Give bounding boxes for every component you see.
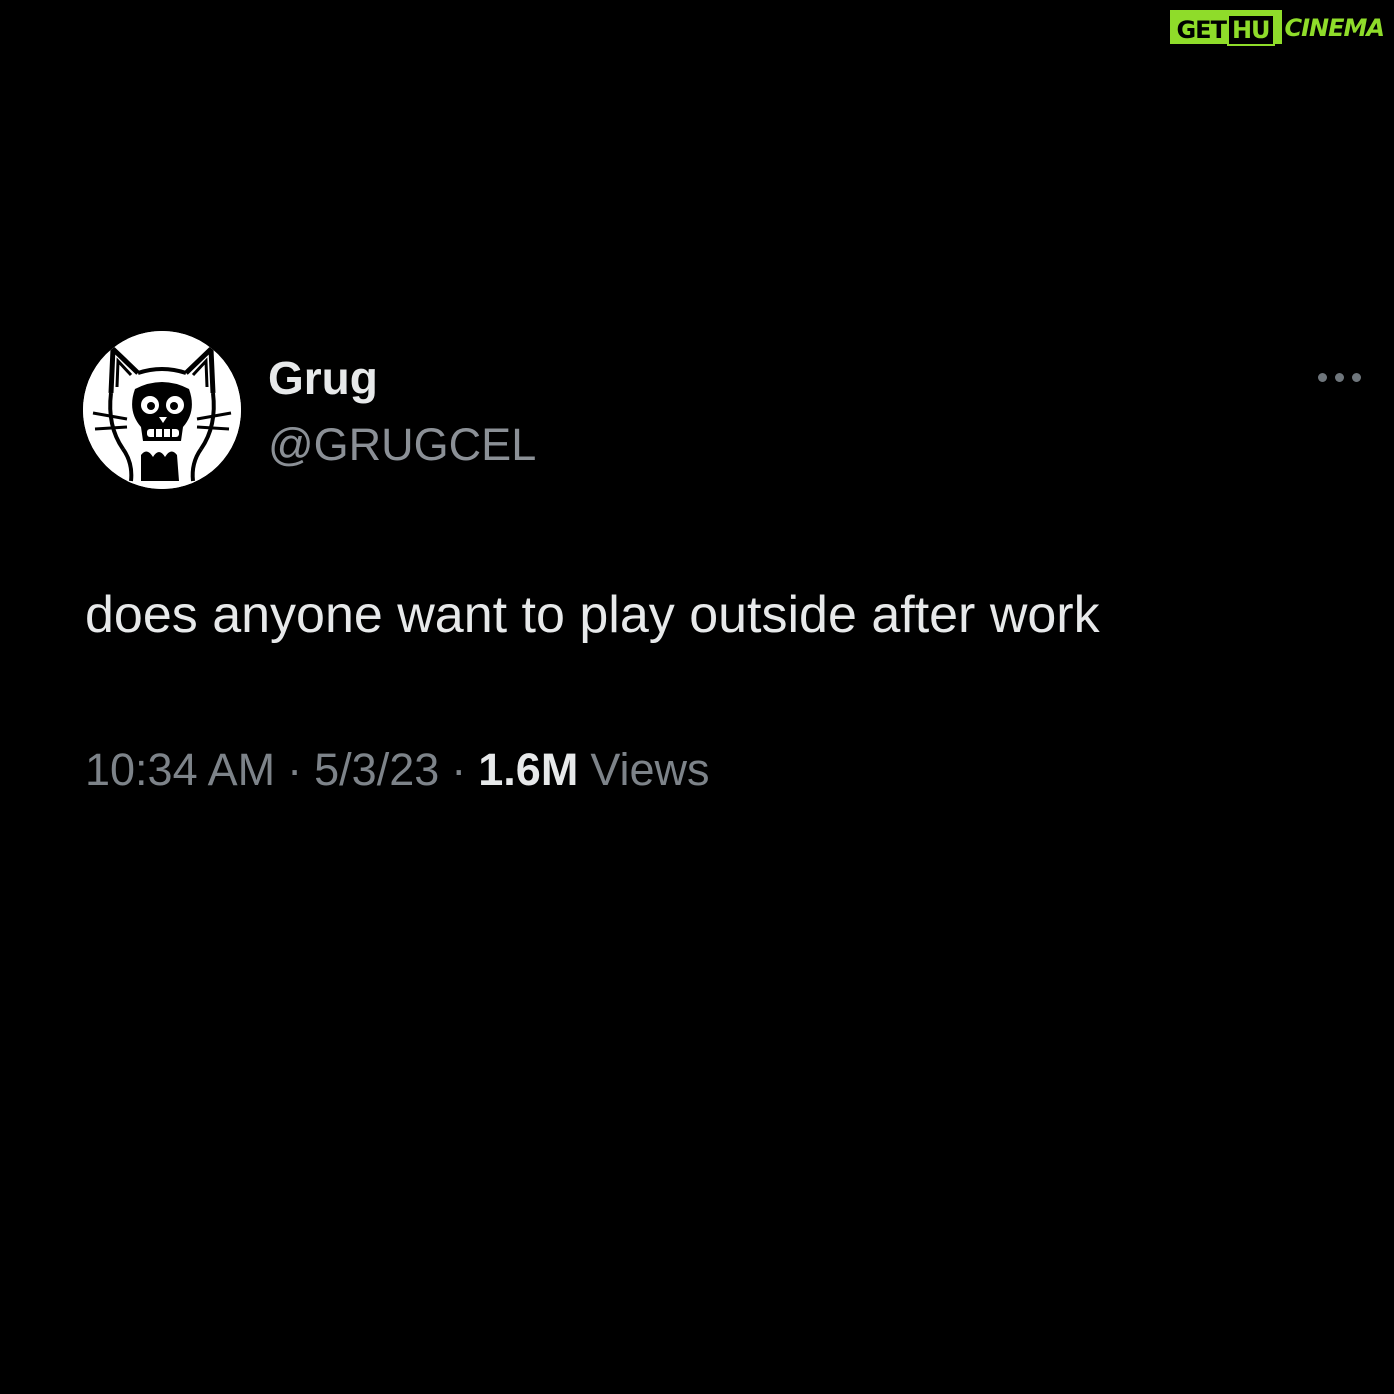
views-label: Views	[590, 744, 710, 795]
tweet-meta: 10:34 AM · 5/3/23 · 1.6M Views	[85, 740, 710, 800]
tweet-text: does anyone want to play outside after w…	[85, 586, 1100, 644]
more-horizontal-icon[interactable]	[1318, 368, 1368, 386]
cat-skull-avatar-icon	[83, 331, 241, 489]
watermark-part-2: CINEMA	[1284, 14, 1385, 42]
views-count[interactable]: 1.6M	[478, 740, 578, 800]
meta-separator: ·	[287, 744, 303, 795]
meta-separator: ·	[451, 744, 467, 795]
author-display-name[interactable]: Grug	[268, 350, 378, 406]
watermark-part-1: GET HU	[1170, 10, 1282, 46]
tweet-date[interactable]: 5/3/23	[314, 740, 439, 800]
author-handle[interactable]: @GRUGCEL	[268, 418, 536, 472]
tweet-time[interactable]: 10:34 AM	[85, 740, 275, 800]
watermark-logo: GET HU CINEMA	[1170, 10, 1388, 46]
avatar[interactable]	[83, 331, 241, 489]
